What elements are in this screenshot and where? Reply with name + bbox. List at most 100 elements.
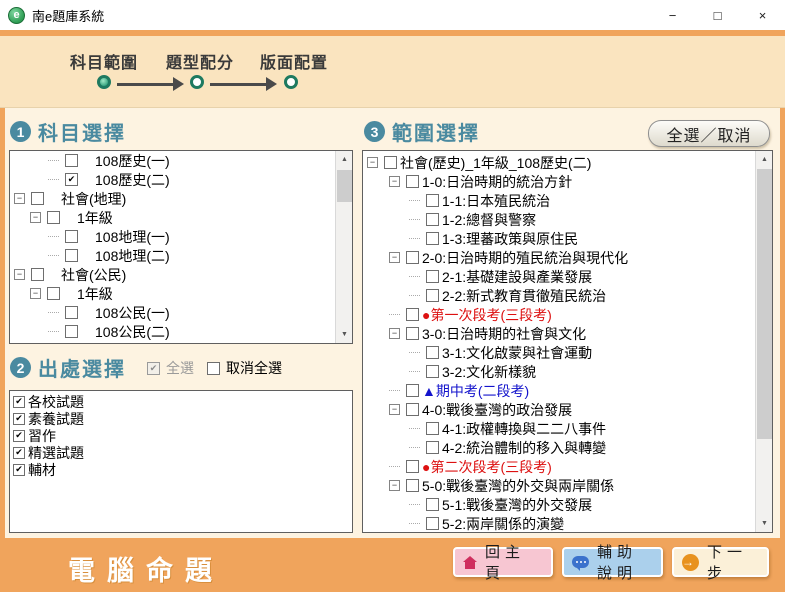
- checkbox[interactable]: [65, 306, 78, 319]
- tree-row-exam[interactable]: ▲期中考(二段考): [363, 381, 772, 400]
- collapse-toggle-icon[interactable]: −: [389, 252, 400, 263]
- scroll-thumb[interactable]: [757, 169, 772, 439]
- tree-row-exam[interactable]: ●第一次段考(三段考): [363, 305, 772, 324]
- checkbox[interactable]: [406, 251, 419, 264]
- checkbox[interactable]: [406, 460, 419, 473]
- checkbox[interactable]: [406, 175, 419, 188]
- maximize-button[interactable]: □: [695, 0, 740, 30]
- checkbox[interactable]: [65, 154, 78, 167]
- checkbox[interactable]: [65, 249, 78, 262]
- tree-row[interactable]: 4-1:政權轉換與二二八事件: [363, 419, 772, 438]
- checkbox[interactable]: [65, 325, 78, 338]
- checkbox[interactable]: [384, 156, 397, 169]
- collapse-toggle-icon[interactable]: −: [389, 328, 400, 339]
- tree-row[interactable]: 2-2:新式教育貫徹殖民統治: [363, 286, 772, 305]
- scroll-thumb[interactable]: [337, 170, 352, 202]
- list-item[interactable]: ✔精選試題: [10, 444, 352, 461]
- list-item[interactable]: ✔輔材: [10, 461, 352, 478]
- checkbox[interactable]: [426, 365, 439, 378]
- scroll-down-icon[interactable]: ▼: [756, 515, 773, 532]
- select-toggle-all-button[interactable]: 全選／取消: [648, 120, 770, 147]
- scroll-down-icon[interactable]: ▼: [336, 326, 353, 343]
- checkbox[interactable]: ✔: [13, 396, 25, 408]
- scrollbar[interactable]: ▲ ▼: [755, 151, 772, 532]
- list-item[interactable]: ✔各校試題: [10, 393, 352, 410]
- collapse-toggle-icon[interactable]: −: [14, 193, 25, 204]
- tree-row[interactable]: −2-0:日治時期的殖民統治與現代化: [363, 248, 772, 267]
- collapse-toggle-icon[interactable]: −: [389, 404, 400, 415]
- tree-row[interactable]: −社會(歷史)_1年級_108歷史(二): [363, 153, 772, 172]
- tree-row[interactable]: 4-2:統治體制的移入與轉變: [363, 438, 772, 457]
- tree-row[interactable]: 5-2:兩岸關係的演變: [363, 514, 772, 533]
- list-item[interactable]: ✔素養試題: [10, 410, 352, 427]
- tree-row[interactable]: 3-2:文化新樣貌: [363, 362, 772, 381]
- collapse-toggle-icon[interactable]: −: [30, 212, 41, 223]
- tree-row[interactable]: 108公民(一): [10, 303, 352, 322]
- checkbox[interactable]: ✔: [13, 430, 25, 442]
- checkbox[interactable]: [47, 211, 60, 224]
- tree-row[interactable]: −1年級: [10, 208, 352, 227]
- tree-row[interactable]: −社會(地理): [10, 189, 352, 208]
- checkbox[interactable]: [406, 327, 419, 340]
- collapse-toggle-icon[interactable]: −: [389, 480, 400, 491]
- tree-row[interactable]: 3-1:文化啟蒙與社會運動: [363, 343, 772, 362]
- deselect-all-checkbox[interactable]: [207, 362, 220, 375]
- tree-row[interactable]: 108公民(二): [10, 322, 352, 341]
- checkbox[interactable]: [426, 346, 439, 359]
- next-button[interactable]: → 下一步: [672, 547, 769, 577]
- scroll-up-icon[interactable]: ▲: [756, 151, 773, 168]
- tree-row[interactable]: 108地理(一): [10, 227, 352, 246]
- tree-row[interactable]: −1-0:日治時期的統治方針: [363, 172, 772, 191]
- tree-row[interactable]: ✔108歷史(二): [10, 170, 352, 189]
- tree-row-exam[interactable]: ●第二次段考(三段考): [363, 457, 772, 476]
- checkbox[interactable]: [426, 498, 439, 511]
- checkbox[interactable]: [426, 270, 439, 283]
- tree-row[interactable]: 2-1:基礎建設與產業發展: [363, 267, 772, 286]
- tree-row[interactable]: 108歷史(一): [10, 151, 352, 170]
- tree-row[interactable]: −1年級: [10, 284, 352, 303]
- scroll-up-icon[interactable]: ▲: [336, 151, 353, 168]
- deselect-all-control[interactable]: 取消全選: [207, 358, 282, 378]
- checkbox[interactable]: [406, 308, 419, 321]
- list-item[interactable]: ✔習作: [10, 427, 352, 444]
- checkbox[interactable]: ✔: [13, 413, 25, 425]
- checkbox[interactable]: [31, 192, 44, 205]
- checkbox[interactable]: [426, 517, 439, 530]
- scrollbar[interactable]: ▲ ▼: [335, 151, 352, 343]
- tree-row[interactable]: 5-1:戰後臺灣的外交發展: [363, 495, 772, 514]
- tree-row[interactable]: 108地理(二): [10, 246, 352, 265]
- tree-row[interactable]: 1-1:日本殖民統治: [363, 191, 772, 210]
- checkbox[interactable]: [65, 230, 78, 243]
- close-button[interactable]: ×: [740, 0, 785, 30]
- home-button[interactable]: 回主頁: [453, 547, 553, 577]
- checkbox[interactable]: ✔: [13, 464, 25, 476]
- checkbox[interactable]: [426, 194, 439, 207]
- tree-row[interactable]: −歷屆試題: [10, 341, 352, 344]
- checkbox[interactable]: [406, 384, 419, 397]
- collapse-toggle-icon[interactable]: −: [367, 157, 378, 168]
- checkbox[interactable]: [426, 232, 439, 245]
- checkbox[interactable]: [426, 213, 439, 226]
- select-all-checkbox[interactable]: ✔: [147, 362, 160, 375]
- checkbox[interactable]: [426, 289, 439, 302]
- checkbox[interactable]: ✔: [13, 447, 25, 459]
- collapse-toggle-icon[interactable]: −: [30, 288, 41, 299]
- select-all-control[interactable]: ✔ 全選: [147, 358, 194, 378]
- tree-row[interactable]: −4-0:戰後臺灣的政治發展: [363, 400, 772, 419]
- checkbox[interactable]: [406, 479, 419, 492]
- checkbox[interactable]: [406, 403, 419, 416]
- tree-row[interactable]: 1-2:總督與警察: [363, 210, 772, 229]
- tree-row[interactable]: −社會(公民): [10, 265, 352, 284]
- checkbox[interactable]: ✔: [65, 173, 78, 186]
- checkbox[interactable]: [426, 422, 439, 435]
- checkbox[interactable]: [31, 268, 44, 281]
- tree-row[interactable]: −5-0:戰後臺灣的外交與兩岸關係: [363, 476, 772, 495]
- tree-row[interactable]: −3-0:日治時期的社會與文化: [363, 324, 772, 343]
- collapse-toggle-icon[interactable]: −: [14, 269, 25, 280]
- checkbox[interactable]: [47, 287, 60, 300]
- checkbox[interactable]: [426, 441, 439, 454]
- tree-row[interactable]: 1-3:理蕃政策與原住民: [363, 229, 772, 248]
- minimize-button[interactable]: −: [650, 0, 695, 30]
- help-button[interactable]: 輔助說明: [562, 547, 663, 577]
- collapse-toggle-icon[interactable]: −: [389, 176, 400, 187]
